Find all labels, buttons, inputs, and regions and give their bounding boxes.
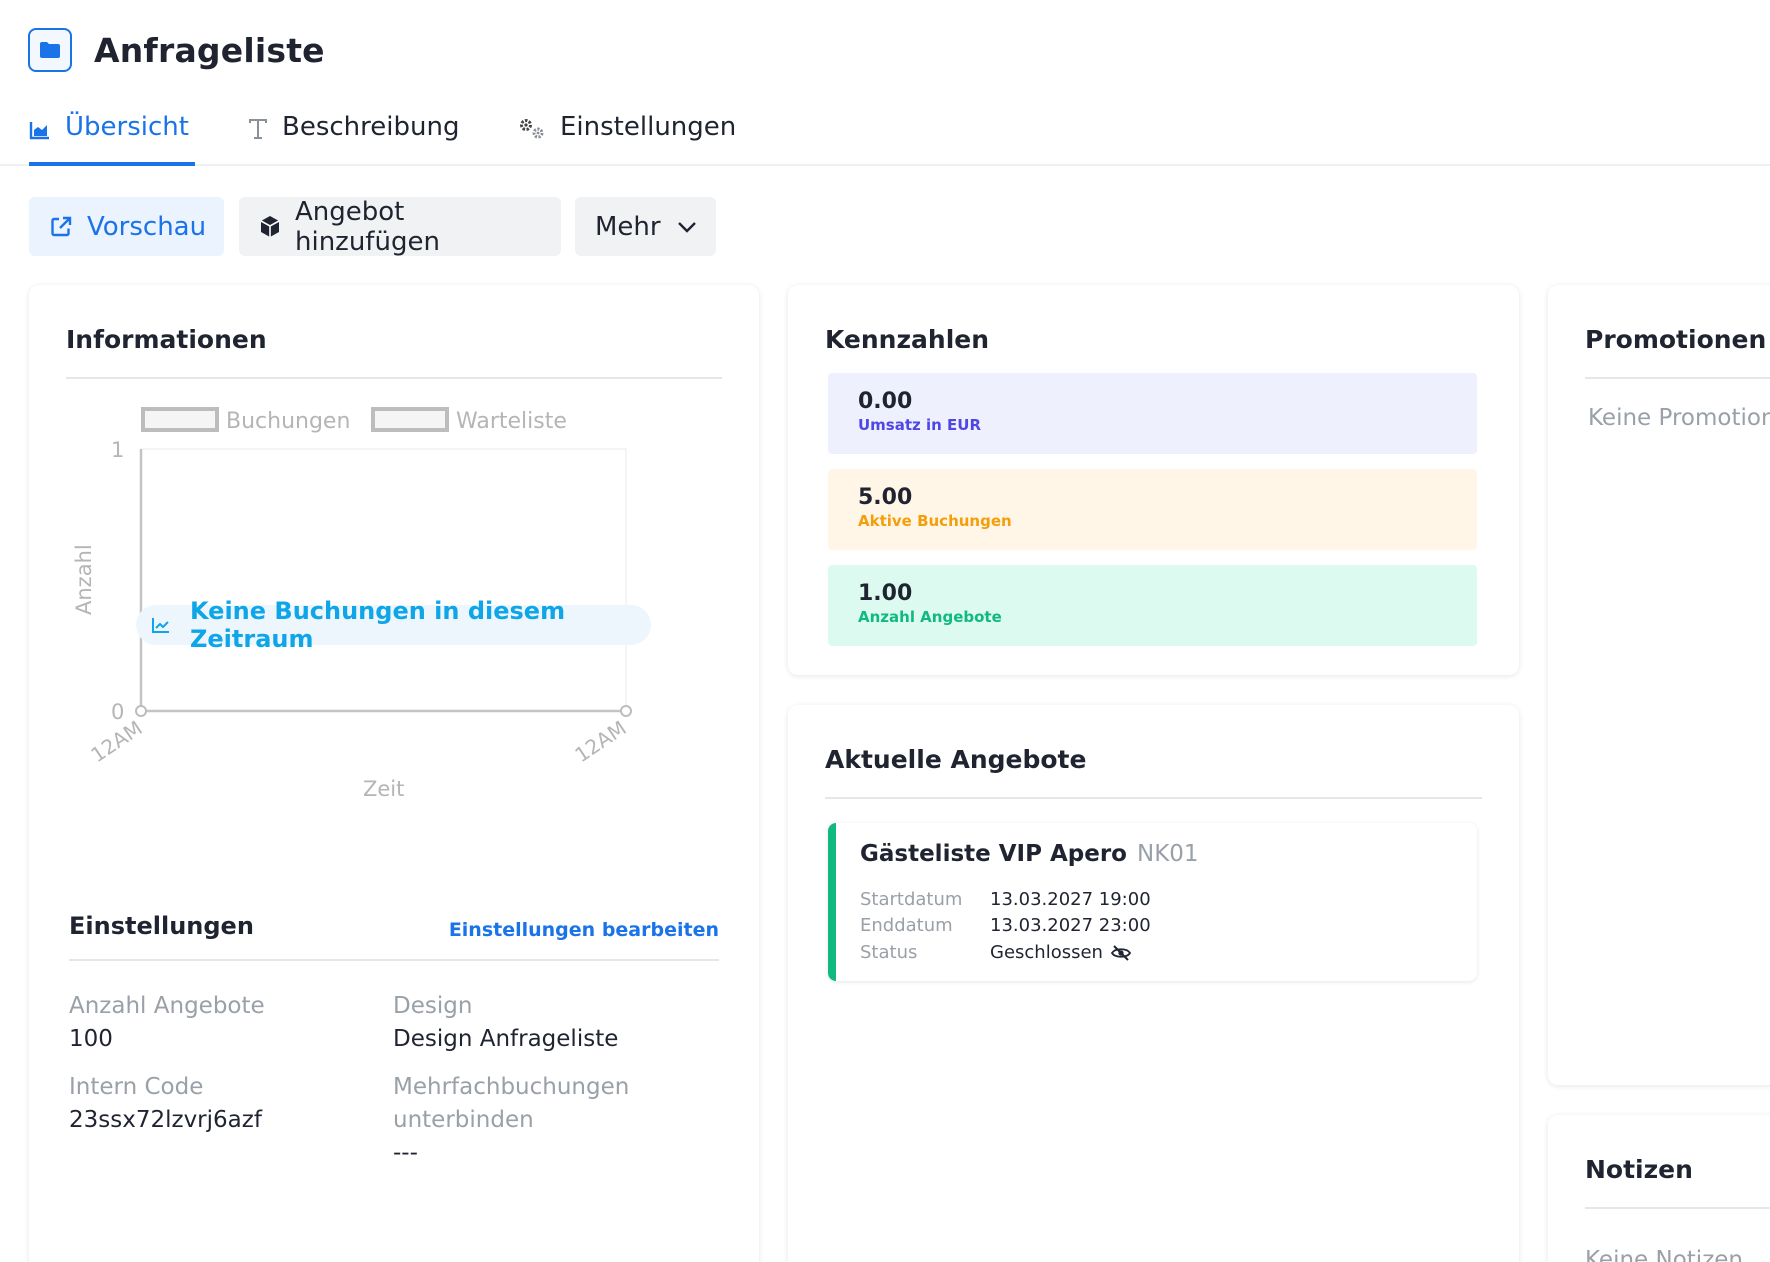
box-icon <box>259 215 281 239</box>
offer-row-value: 13.03.2027 23:00 <box>990 915 1151 936</box>
divider <box>69 959 719 961</box>
offer-code: NK01 <box>1136 841 1199 867</box>
legend-label-bookings: Buchungen <box>226 409 350 434</box>
offer-name: Gästeliste VIP Apero NK01 <box>860 841 1199 867</box>
offer-row-key: Startdatum <box>860 889 963 910</box>
plot-area <box>140 448 627 712</box>
eye-slash-icon <box>1110 944 1131 961</box>
chevron-down-icon <box>677 221 697 233</box>
notes-card: Notizen Keine Notizen <box>1548 1115 1770 1262</box>
offer-row-value: Geschlossen <box>990 942 1131 963</box>
kpi-label: Umsatz in EUR <box>858 416 982 434</box>
offer-row-key: Status <box>860 942 918 963</box>
preview-button[interactable]: Vorschau <box>29 197 224 256</box>
card-title: Kennzahlen <box>825 325 990 354</box>
empty-chart-message: Keine Buchungen in diesem Zeitraum <box>136 597 651 653</box>
offer-title: Gästeliste VIP Apero <box>860 841 1127 867</box>
field-design: Design Design Anfrageliste <box>393 990 693 1056</box>
field-label: Mehrfachbuchungen unterbinden <box>393 1074 630 1133</box>
notes-empty-text: Keine Notizen <box>1585 1247 1744 1262</box>
kpi-card: Kennzahlen 0.00 Umsatz in EUR 5.00 Aktiv… <box>788 285 1519 675</box>
legend-swatch-bookings <box>141 407 219 432</box>
kpi-label: Anzahl Angebote <box>858 608 1002 626</box>
tab-bar: Übersicht Beschreibung Einstellungen <box>0 98 1770 166</box>
field-value: 100 <box>69 1026 113 1052</box>
tab-settings[interactable]: Einstellungen <box>518 112 736 166</box>
more-dropdown[interactable]: Mehr <box>575 197 716 256</box>
promotions-card: Promotionen Keine Promotionen <box>1548 285 1770 1085</box>
edit-settings-link[interactable]: Einstellungen bearbeiten <box>449 919 719 941</box>
folder-icon <box>28 28 72 72</box>
divider <box>1585 377 1770 379</box>
field-internal-code: Intern Code 23ssx72lzvrj6azf <box>69 1071 369 1137</box>
field-value: --- <box>393 1140 418 1166</box>
field-value: 23ssx72lzvrj6azf <box>69 1107 262 1133</box>
current-offers-card: Aktuelle Angebote Gästeliste VIP Apero NK… <box>788 705 1519 1262</box>
y-tick-min: 0 <box>111 700 124 724</box>
y-tick-max: 1 <box>111 438 124 462</box>
card-title: Promotionen <box>1585 325 1767 354</box>
offer-start-row: Startdatum 13.03.2027 19:00 <box>860 889 1151 910</box>
field-offer-count: Anzahl Angebote 100 <box>69 990 369 1056</box>
kpi-label: Aktive Buchungen <box>858 512 1012 530</box>
bookings-chart: Buchungen Warteliste 1 0 12AM 12AM Anzah… <box>72 407 632 799</box>
more-label: Mehr <box>595 211 661 242</box>
tab-label: Einstellungen <box>560 112 737 142</box>
legend-label-waitlist: Warteliste <box>456 409 567 434</box>
gears-icon <box>518 117 546 148</box>
offer-row-key: Enddatum <box>860 915 953 936</box>
preview-label: Vorschau <box>87 211 207 242</box>
kpi-value: 0.00 <box>858 389 913 414</box>
tab-label: Übersicht <box>65 112 189 142</box>
text-icon <box>248 117 268 147</box>
tab-overview[interactable]: Übersicht <box>29 112 195 166</box>
empty-chart-text: Keine Buchungen in diesem Zeitraum <box>190 597 566 653</box>
line-chart-icon <box>152 617 170 633</box>
x-tick-end: 12AM <box>570 716 630 767</box>
settings-section-title: Einstellungen <box>69 912 254 940</box>
kpi-active-bookings: 5.00 Aktive Buchungen <box>828 469 1477 550</box>
axis-point-start <box>135 705 147 717</box>
card-title: Informationen <box>66 325 267 354</box>
field-label: Intern Code <box>69 1074 204 1100</box>
card-title: Notizen <box>1585 1155 1693 1184</box>
kpi-value: 1.00 <box>858 581 913 606</box>
legend-swatch-waitlist <box>371 407 449 432</box>
tab-label: Beschreibung <box>282 112 460 142</box>
field-label: Anzahl Angebote <box>69 993 265 1019</box>
area-chart-icon <box>29 117 51 147</box>
offer-status-row: Status Geschlossen <box>860 942 1131 963</box>
kpi-value: 5.00 <box>858 485 913 510</box>
kpi-offer-count: 1.00 Anzahl Angebote <box>828 565 1477 646</box>
field-value: Design Anfrageliste <box>393 1026 619 1052</box>
add-offer-label: Angebot hinzufügen <box>295 196 440 257</box>
kpi-revenue: 0.00 Umsatz in EUR <box>828 373 1477 454</box>
field-label: Design <box>393 993 473 1019</box>
offer-status-text: Geschlossen <box>990 942 1103 963</box>
y-axis-label: Anzahl <box>72 544 96 615</box>
page-title: Anfrageliste <box>94 30 325 70</box>
page-header: Anfrageliste <box>28 28 325 72</box>
divider <box>825 797 1482 799</box>
tab-description[interactable]: Beschreibung <box>248 112 459 166</box>
information-card: Informationen Buchungen Warteliste 1 0 1… <box>29 285 759 1262</box>
promotions-empty-text: Keine Promotionen <box>1588 405 1770 431</box>
offer-row-value: 13.03.2027 19:00 <box>990 889 1151 910</box>
add-offer-button[interactable]: Angebot hinzufügen <box>239 196 561 257</box>
axis-point-end <box>620 705 632 717</box>
field-prevent-multiple-bookings: Mehrfachbuchungen unterbinden --- <box>393 1071 693 1170</box>
offer-item[interactable]: Gästeliste VIP Apero NK01 Startdatum 13.0… <box>828 823 1477 981</box>
card-title: Aktuelle Angebote <box>825 745 1087 774</box>
offer-end-row: Enddatum 13.03.2027 23:00 <box>860 915 1151 936</box>
divider <box>1585 1207 1770 1209</box>
external-link-icon <box>49 215 73 239</box>
x-axis-label: Zeit <box>363 777 404 799</box>
